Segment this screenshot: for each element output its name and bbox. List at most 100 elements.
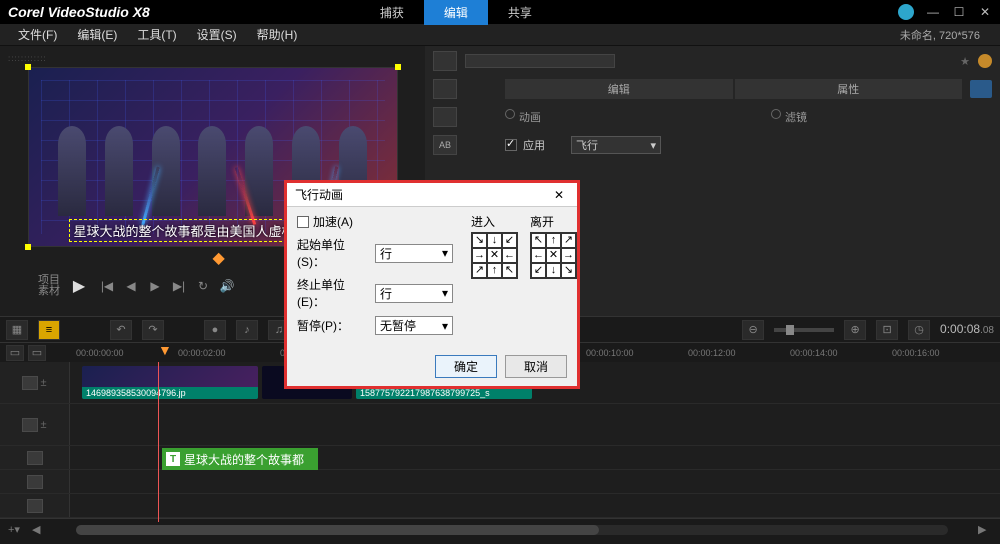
leave-se[interactable]: ↘: [561, 263, 576, 278]
video-track-head[interactable]: ±: [0, 362, 70, 403]
fit-button[interactable]: ⊡: [876, 320, 898, 340]
expand-button[interactable]: [970, 80, 992, 98]
leave-ne[interactable]: ↗: [561, 233, 576, 248]
title-track-head[interactable]: [0, 446, 70, 469]
ruler-mark: 00:00:02:00: [178, 348, 226, 358]
opt-anim[interactable]: 动画: [519, 109, 541, 125]
voice-track-body[interactable]: [70, 470, 1000, 493]
video-clip-1[interactable]: 146989358530094796.jp: [82, 366, 258, 399]
volume-button[interactable]: 🔊: [218, 277, 236, 295]
title-track-body[interactable]: T 星球大战的整个故事都: [70, 446, 1000, 469]
transition-icon[interactable]: [433, 107, 457, 127]
enter-w[interactable]: →: [472, 248, 487, 263]
enter-n[interactable]: ↓: [487, 233, 502, 248]
apply-checkbox[interactable]: [505, 139, 517, 151]
minimize-button[interactable]: —: [926, 5, 940, 19]
enter-c[interactable]: ✕: [487, 248, 502, 263]
playback-mode[interactable]: 项目素材: [38, 275, 60, 297]
music-track-body[interactable]: [70, 494, 1000, 517]
title-clip[interactable]: T 星球大战的整个故事都: [162, 448, 318, 470]
ruler-mark: 00:00:10:00: [586, 348, 634, 358]
timeline-scrollbar[interactable]: [76, 525, 948, 535]
menubar: 文件(F) 编辑(E) 工具(T) 设置(S) 帮助(H) 未命名, 720*5…: [0, 24, 1000, 46]
menu-edit[interactable]: 编辑(E): [67, 26, 127, 43]
cancel-button[interactable]: 取消: [505, 355, 567, 378]
leave-s[interactable]: ↓: [546, 263, 561, 278]
animation-type-dropdown[interactable]: 飞行▾: [571, 136, 661, 154]
enter-se[interactable]: ↖: [502, 263, 517, 278]
maximize-button[interactable]: ☐: [952, 5, 966, 19]
ruler-playhead-icon[interactable]: ▼: [158, 342, 172, 358]
ruler-toggle-2[interactable]: ▭: [28, 345, 46, 361]
dialog-close-button[interactable]: ✕: [549, 188, 569, 202]
subtab-edit[interactable]: 编辑: [505, 79, 733, 99]
subtab-attr[interactable]: 属性: [735, 79, 963, 99]
timeline-view-button[interactable]: ≡: [38, 320, 60, 340]
close-button[interactable]: ✕: [978, 5, 992, 19]
enter-s[interactable]: ↑: [487, 263, 502, 278]
music-track-head[interactable]: [0, 494, 70, 517]
menu-tools[interactable]: 工具(T): [127, 26, 186, 43]
playhead-marker-icon[interactable]: ◆: [213, 248, 225, 268]
goto-start-button[interactable]: |◀: [98, 277, 116, 295]
goto-end-button[interactable]: ▶|: [170, 277, 188, 295]
scroll-right-button[interactable]: ▶: [978, 523, 992, 537]
media-icon[interactable]: [433, 79, 457, 99]
ruler-toggle-1[interactable]: ▭: [6, 345, 24, 361]
zoom-slider[interactable]: [774, 328, 834, 332]
pause-select[interactable]: 无暂停▾: [375, 316, 453, 335]
tab-capture[interactable]: 捕获: [360, 0, 424, 25]
category-dropdown[interactable]: [465, 54, 615, 68]
start-unit-select[interactable]: 行▾: [375, 244, 453, 263]
leave-sw[interactable]: ↙: [531, 263, 546, 278]
scroll-thumb[interactable]: [76, 525, 599, 535]
tab-edit[interactable]: 编辑: [424, 0, 488, 25]
ok-button[interactable]: 确定: [435, 355, 497, 378]
voice-track-head[interactable]: [0, 470, 70, 493]
tab-share[interactable]: 共享: [488, 0, 552, 25]
storyboard-view-button[interactable]: ▦: [6, 320, 28, 340]
leave-w[interactable]: ←: [531, 248, 546, 263]
leave-c[interactable]: ✕: [546, 248, 561, 263]
star-icon[interactable]: ★: [960, 55, 970, 68]
enter-sw[interactable]: ↗: [472, 263, 487, 278]
enter-ne[interactable]: ↙: [502, 233, 517, 248]
library-icon[interactable]: [433, 51, 457, 71]
undo-button[interactable]: ↶: [110, 320, 132, 340]
leave-nw[interactable]: ↖: [531, 233, 546, 248]
scroll-left-button[interactable]: ◀: [32, 523, 46, 537]
record-button[interactable]: ●: [204, 320, 226, 340]
zoom-out-button[interactable]: ⊖: [742, 320, 764, 340]
menu-help[interactable]: 帮助(H): [247, 26, 308, 43]
playhead-line[interactable]: [158, 362, 159, 522]
clock-icon[interactable]: ◷: [908, 320, 930, 340]
overlay-track-body[interactable]: [70, 404, 1000, 445]
end-unit-select[interactable]: 行▾: [375, 284, 453, 303]
enter-nw[interactable]: ↘: [472, 233, 487, 248]
opt-filter[interactable]: 滤镜: [785, 109, 807, 125]
disc-icon[interactable]: [978, 54, 992, 68]
leave-n[interactable]: ↑: [546, 233, 561, 248]
title-icon[interactable]: AB: [433, 135, 457, 155]
play-button[interactable]: ▶: [66, 273, 92, 299]
add-track-button[interactable]: +▾: [8, 523, 22, 537]
overlay-track-head[interactable]: ±: [0, 404, 70, 445]
timecode-display[interactable]: 0:00:08.08: [940, 322, 994, 337]
globe-icon[interactable]: [898, 4, 914, 20]
menu-file[interactable]: 文件(F): [8, 26, 67, 43]
leave-direction-grid: ↖↑↗ ←✕→ ↙↓↘: [530, 232, 577, 279]
preview-handle-dots[interactable]: ::::::::::::: [8, 54, 417, 63]
prev-frame-button[interactable]: ◀: [122, 277, 140, 295]
zoom-in-button[interactable]: ⊕: [844, 320, 866, 340]
redo-button[interactable]: ↷: [142, 320, 164, 340]
leave-e[interactable]: →: [561, 248, 576, 263]
apply-label: 应用: [523, 137, 545, 153]
enter-e[interactable]: ←: [502, 248, 517, 263]
loop-button[interactable]: ↻: [194, 277, 212, 295]
mixer-button[interactable]: ♪: [236, 320, 258, 340]
accelerate-checkbox[interactable]: [297, 216, 309, 228]
dialog-titlebar[interactable]: 飞行动画 ✕: [287, 183, 577, 207]
next-frame-button[interactable]: ▶: [146, 277, 164, 295]
menu-settings[interactable]: 设置(S): [187, 26, 247, 43]
ruler-mark: 00:00:14:00: [790, 348, 838, 358]
